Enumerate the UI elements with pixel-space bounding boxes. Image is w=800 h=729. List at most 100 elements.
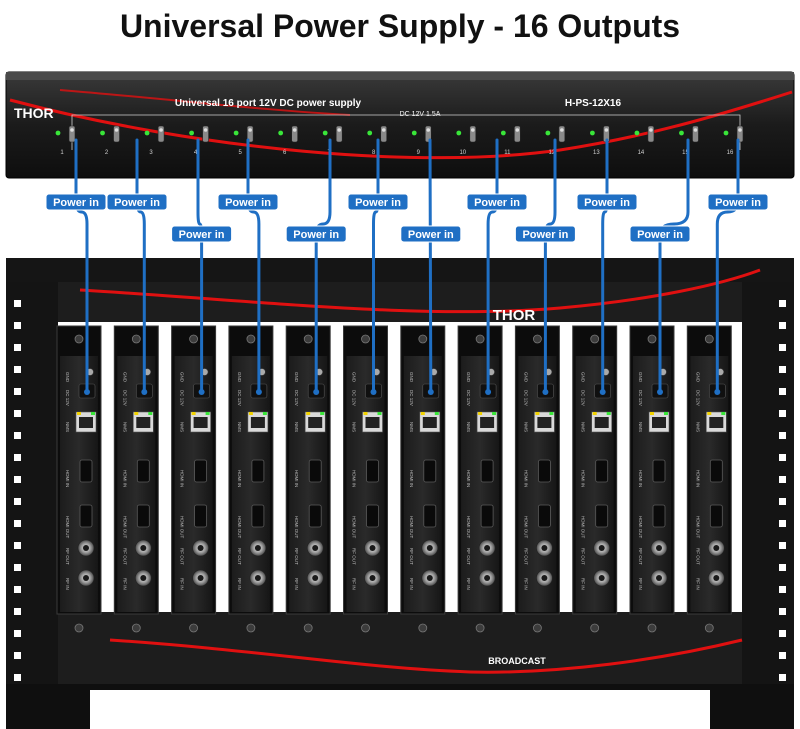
card-hdmi-out-port <box>652 504 666 528</box>
psu-port-number: 16 <box>727 150 734 156</box>
card-port-label: RF IN <box>466 578 471 590</box>
card-port-label: NMS <box>65 422 70 432</box>
card-module: GND DC 12V NMS HDMI IN HDMI OUT RF OUT RF IN <box>686 325 732 633</box>
card-screw-top <box>303 334 313 344</box>
card-rj45-socket <box>422 417 437 428</box>
card-hdmi-in-port <box>480 459 494 483</box>
rail-hole <box>14 476 21 483</box>
card-port-label: GND <box>466 372 471 383</box>
card-rj45-led-yellow <box>306 412 311 415</box>
card-port-label: RF IN <box>65 578 70 590</box>
psu-port-jack-tip <box>381 128 386 132</box>
psu-model: H-PS-12X16 <box>565 98 622 109</box>
card-hdmi-in-port <box>308 459 322 483</box>
rail-hole <box>779 322 786 329</box>
power-in-label: Power in <box>474 197 520 209</box>
card-hdmi-out-port <box>194 504 208 528</box>
card-hdmi-out-port <box>251 504 265 528</box>
card-port-label: RF IN <box>695 578 700 590</box>
card-port-label: RF IN <box>409 578 414 590</box>
card-module: GND DC 12V NMS HDMI IN HDMI OUT RF OUT RF IN <box>113 325 159 633</box>
card-port-label: RF OUT <box>523 548 528 565</box>
power-in-label: Power in <box>179 229 225 241</box>
card-module: GND DC 12V NMS HDMI IN HDMI OUT RF OUT RF IN <box>457 325 503 633</box>
psu-port-led <box>322 130 328 136</box>
card-screw-top <box>361 334 370 344</box>
power-cable-plug <box>141 389 148 395</box>
card-port-label: HDMI OUT <box>352 516 357 538</box>
card-bnc-rf-out-core <box>484 545 491 551</box>
power-cable-plug <box>599 389 606 395</box>
card-module: GND DC 12V NMS HDMI IN HDMI OUT RF OUT RF IN <box>400 325 446 633</box>
card-port-label: HDMI IN <box>65 470 70 487</box>
card-port-label: NMS <box>122 422 127 432</box>
card-port-label: RF OUT <box>180 548 185 565</box>
card-bnc-rf-in-core <box>598 575 605 581</box>
card-hdmi-out-port <box>709 504 723 528</box>
card-hdmi-in-port <box>652 459 666 483</box>
card-rj45-led-yellow <box>363 412 368 415</box>
card-port-label: HDMI OUT <box>65 516 70 538</box>
card-rj45-led-green <box>205 412 210 415</box>
rail-hole <box>779 542 786 549</box>
card-rj45-led-yellow <box>535 412 540 415</box>
card-port-label: RF OUT <box>466 548 471 565</box>
card-port-label: NMS <box>352 422 357 432</box>
card-bnc-rf-in-core <box>541 575 548 581</box>
card-module: GND DC 12V NMS HDMI IN HDMI OUT RF OUT RF IN <box>629 325 675 633</box>
card-port-label: HDMI IN <box>581 470 586 487</box>
card-port-label: DC 12V <box>352 390 357 406</box>
rack-top-bar <box>6 258 794 282</box>
card-port-label: HDMI IN <box>638 470 643 487</box>
card-port-label: RF IN <box>523 578 528 590</box>
card-hdmi-in-port <box>136 459 150 483</box>
card-screw-bottom <box>475 623 485 633</box>
rail-hole <box>14 630 21 637</box>
card-rj45-socket <box>308 417 323 428</box>
card-screw-top <box>246 334 256 344</box>
rail-hole <box>779 564 786 571</box>
rail-hole <box>14 542 21 549</box>
card-hdmi-out-port <box>79 504 93 528</box>
psu-port-led <box>278 130 284 136</box>
rail-hole <box>779 476 786 483</box>
power-in-label: Power in <box>53 197 99 209</box>
power-cable-plug <box>427 389 434 395</box>
rail-hole <box>14 454 21 461</box>
psu-port-led <box>100 130 105 136</box>
psu-port-led <box>723 130 729 136</box>
card-port-label: NMS <box>695 422 700 432</box>
card-port-label: GND <box>581 372 586 383</box>
card-port-label: HDMI IN <box>695 470 700 487</box>
rail-hole <box>779 344 786 351</box>
card-hdmi-in-port <box>79 459 93 483</box>
card-port-label: NMS <box>638 422 643 432</box>
card-hdmi-in-port <box>709 459 723 483</box>
card-rj45-led-yellow <box>77 412 81 415</box>
card-port-label: NMS <box>409 422 414 432</box>
card-port-label: RF OUT <box>638 548 643 565</box>
psu-top-edge <box>6 72 794 80</box>
rail-hole <box>779 366 786 373</box>
card-port-label: DC 12V <box>294 390 299 406</box>
rail-hole <box>14 652 21 659</box>
rail-hole <box>14 322 21 329</box>
card-port-label: HDMI OUT <box>695 516 700 538</box>
card-screw-bottom <box>647 623 657 633</box>
psu-port-jack-tip <box>70 128 74 132</box>
diagram-canvas: THOR Universal 16 port 12V DC power supp… <box>5 71 795 729</box>
rail-hole <box>779 674 786 681</box>
card-hdmi-out-port <box>423 504 437 528</box>
card-port-label: RF IN <box>180 578 185 590</box>
rail-hole <box>779 432 786 439</box>
rail-hole <box>779 454 786 461</box>
card-bnc-rf-out-core <box>713 545 720 551</box>
card-bnc-rf-out-core <box>369 545 376 551</box>
rail-hole <box>779 520 786 527</box>
card-port-label: RF IN <box>581 578 586 590</box>
card-rj45-led-yellow <box>134 412 139 415</box>
card-bnc-rf-in-core <box>369 575 376 581</box>
card-port-label: GND <box>122 372 127 383</box>
card-port-label: DC 12V <box>638 390 643 406</box>
power-in-label: Power in <box>225 197 271 209</box>
